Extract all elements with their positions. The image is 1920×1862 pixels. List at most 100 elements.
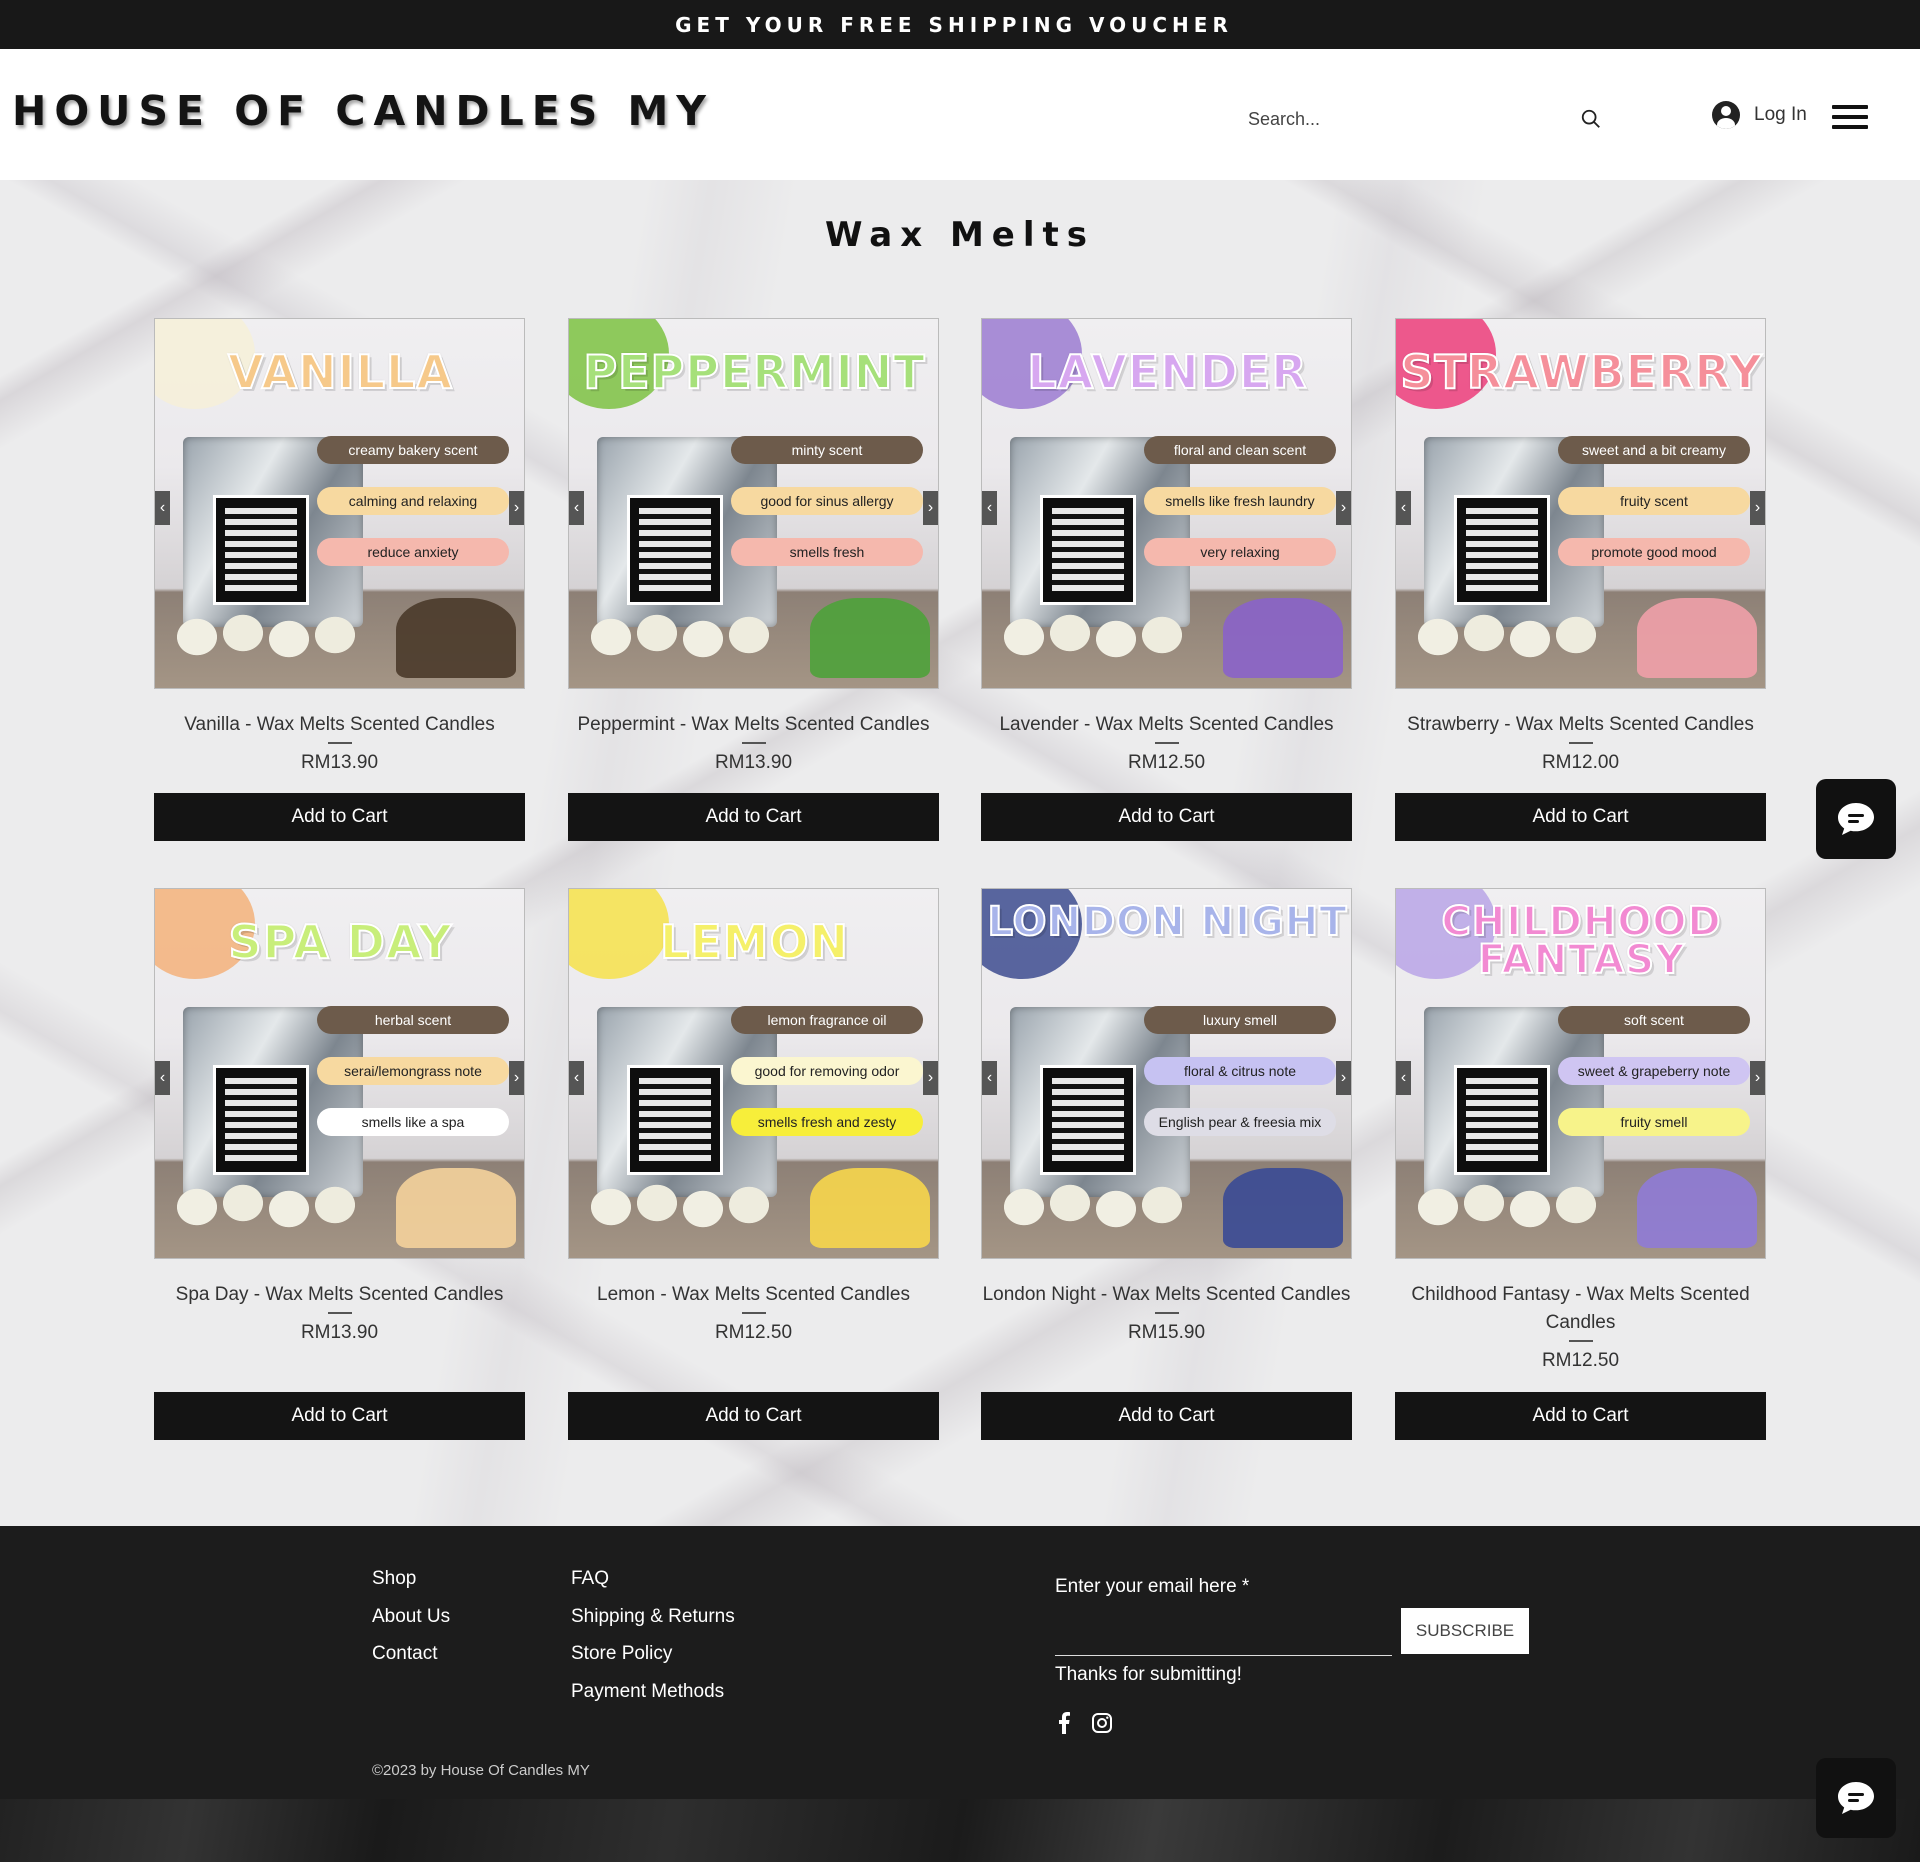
login-button[interactable]: Log In xyxy=(1712,101,1807,129)
product-card[interactable]: VANILLA creamy bakery scent calming and … xyxy=(154,318,525,776)
email-field[interactable] xyxy=(1055,1655,1392,1656)
add-to-cart-button[interactable]: Add to Cart xyxy=(981,1392,1352,1440)
scent-tag: reduce anxiety xyxy=(317,538,509,566)
add-to-cart-button[interactable]: Add to Cart xyxy=(568,793,939,841)
product-price: RM12.00 xyxy=(1541,752,1620,773)
product-name[interactable]: Lemon - Wax Melts Scented Candles xyxy=(568,1281,939,1309)
product-name[interactable]: Childhood Fantasy - Wax Melts Scented Ca… xyxy=(1395,1281,1766,1337)
chevron-right-icon[interactable]: › xyxy=(509,491,524,525)
product-image[interactable]: SPA DAY herbal scent serai/lemongrass no… xyxy=(154,888,525,1259)
divider xyxy=(741,1312,766,1314)
wax-cubes xyxy=(1004,1179,1204,1234)
chevron-right-icon[interactable]: › xyxy=(923,1061,938,1095)
divider xyxy=(1154,1312,1179,1314)
footer-link[interactable]: FAQ xyxy=(571,1560,735,1598)
product-art-title: VANILLA xyxy=(227,345,453,399)
add-to-cart-button[interactable]: Add to Cart xyxy=(568,1392,939,1440)
scent-tag: smells like a spa xyxy=(317,1108,509,1136)
site-logo[interactable]: HOUSE OF CANDLES MY xyxy=(12,87,714,135)
product-card[interactable]: CHILDHOOD FANTASY soft scent sweet & gra… xyxy=(1395,888,1766,1374)
chevron-left-icon[interactable]: ‹ xyxy=(1396,491,1411,525)
chat-button[interactable] xyxy=(1816,779,1896,859)
product-card[interactable]: SPA DAY herbal scent serai/lemongrass no… xyxy=(154,888,525,1346)
copyright: ©2023 by House Of Candles MY xyxy=(372,1762,590,1779)
add-to-cart-button[interactable]: Add to Cart xyxy=(1395,793,1766,841)
product-image[interactable]: LEMON lemon fragrance oil good for remov… xyxy=(568,888,939,1259)
promo-banner[interactable]: GET YOUR FREE SHIPPING VOUCHER xyxy=(0,0,1920,49)
product-image[interactable]: VANILLA creamy bakery scent calming and … xyxy=(154,318,525,689)
scent-tag: good for sinus allergy xyxy=(731,487,923,515)
product-art-accent xyxy=(396,1168,516,1248)
chevron-right-icon[interactable]: › xyxy=(1750,491,1765,525)
chat-icon xyxy=(1838,803,1874,835)
scent-tag: fruity smell xyxy=(1558,1108,1750,1136)
product-image[interactable]: PEPPERMINT minty scent good for sinus al… xyxy=(568,318,939,689)
product-price: RM13.90 xyxy=(714,752,793,773)
chevron-right-icon[interactable]: › xyxy=(1336,1061,1351,1095)
footer-link[interactable]: Shipping & Returns xyxy=(571,1598,735,1636)
divider xyxy=(327,742,352,744)
promo-text[interactable]: GET YOUR FREE SHIPPING VOUCHER xyxy=(675,13,1233,37)
wax-cubes xyxy=(177,1179,377,1234)
search-input[interactable]: Search... xyxy=(1248,109,1580,130)
menu-icon[interactable] xyxy=(1832,105,1868,129)
product-image[interactable]: LAVENDER floral and clean scent smells l… xyxy=(981,318,1352,689)
add-to-cart-button[interactable]: Add to Cart xyxy=(154,1392,525,1440)
product-art-title: PEPPERMINT xyxy=(582,345,926,399)
scent-tag: sweet & grapeberry note xyxy=(1558,1057,1750,1085)
chevron-right-icon[interactable]: › xyxy=(1336,491,1351,525)
scent-tag: sweet and a bit creamy xyxy=(1558,436,1750,464)
product-price: RM12.50 xyxy=(1541,1350,1620,1371)
chevron-left-icon[interactable]: ‹ xyxy=(1396,1061,1411,1095)
chevron-left-icon[interactable]: ‹ xyxy=(569,491,584,525)
chevron-left-icon[interactable]: ‹ xyxy=(155,491,170,525)
chevron-left-icon[interactable]: ‹ xyxy=(982,491,997,525)
social-links xyxy=(1057,1712,1113,1734)
product-card[interactable]: STRAWBERRY sweet and a bit creamy fruity… xyxy=(1395,318,1766,776)
instagram-icon[interactable] xyxy=(1091,1712,1113,1734)
product-name[interactable]: Vanilla - Wax Melts Scented Candles xyxy=(154,711,525,739)
product-card[interactable]: LAVENDER floral and clean scent smells l… xyxy=(981,318,1352,776)
chat-button-bottom[interactable] xyxy=(1816,1758,1896,1838)
chevron-left-icon[interactable]: ‹ xyxy=(982,1061,997,1095)
footer-link[interactable]: Contact xyxy=(372,1635,450,1673)
chevron-left-icon[interactable]: ‹ xyxy=(569,1061,584,1095)
product-card[interactable]: PEPPERMINT minty scent good for sinus al… xyxy=(568,318,939,776)
product-label xyxy=(213,1065,309,1175)
footer-link[interactable]: About Us xyxy=(372,1598,450,1636)
chevron-right-icon[interactable]: › xyxy=(1750,1061,1765,1095)
product-name[interactable]: Lavender - Wax Melts Scented Candles xyxy=(981,711,1352,739)
product-name[interactable]: London Night - Wax Melts Scented Candles xyxy=(981,1281,1352,1309)
add-to-cart-button[interactable]: Add to Cart xyxy=(154,793,525,841)
chevron-right-icon[interactable]: › xyxy=(923,491,938,525)
footer-link[interactable]: Payment Methods xyxy=(571,1673,735,1711)
product-name[interactable]: Strawberry - Wax Melts Scented Candles xyxy=(1395,711,1766,739)
scent-tag: floral and clean scent xyxy=(1144,436,1336,464)
product-name[interactable]: Spa Day - Wax Melts Scented Candles xyxy=(154,1281,525,1309)
product-image[interactable]: LONDON NIGHT luxury smell floral & citru… xyxy=(981,888,1352,1259)
wax-cubes xyxy=(591,1179,791,1234)
product-image[interactable]: CHILDHOOD FANTASY soft scent sweet & gra… xyxy=(1395,888,1766,1259)
chevron-right-icon[interactable]: › xyxy=(509,1061,524,1095)
chat-icon xyxy=(1838,1782,1874,1814)
product-image[interactable]: STRAWBERRY sweet and a bit creamy fruity… xyxy=(1395,318,1766,689)
subscribe-button[interactable]: SUBSCRIBE xyxy=(1401,1608,1529,1654)
product-label xyxy=(1454,1065,1550,1175)
site-header: HOUSE OF CANDLES MY Search... Log In xyxy=(0,49,1920,180)
product-card[interactable]: LEMON lemon fragrance oil good for remov… xyxy=(568,888,939,1346)
product-art-accent xyxy=(810,598,930,678)
chevron-left-icon[interactable]: ‹ xyxy=(155,1061,170,1095)
divider xyxy=(327,1312,352,1314)
facebook-icon[interactable] xyxy=(1057,1712,1071,1734)
product-label xyxy=(1040,1065,1136,1175)
product-name[interactable]: Peppermint - Wax Melts Scented Candles xyxy=(568,711,939,739)
product-card[interactable]: LONDON NIGHT luxury smell floral & citru… xyxy=(981,888,1352,1346)
add-to-cart-button[interactable]: Add to Cart xyxy=(981,793,1352,841)
search-icon[interactable] xyxy=(1580,108,1602,130)
product-price: RM12.50 xyxy=(1127,752,1206,773)
add-to-cart-button[interactable]: Add to Cart xyxy=(1395,1392,1766,1440)
site-footer: Shop About Us Contact FAQ Shipping & Return… xyxy=(0,1526,1920,1799)
footer-link[interactable]: Shop xyxy=(372,1560,450,1598)
footer-link[interactable]: Store Policy xyxy=(571,1635,735,1673)
search-bar[interactable]: Search... xyxy=(1248,99,1602,139)
